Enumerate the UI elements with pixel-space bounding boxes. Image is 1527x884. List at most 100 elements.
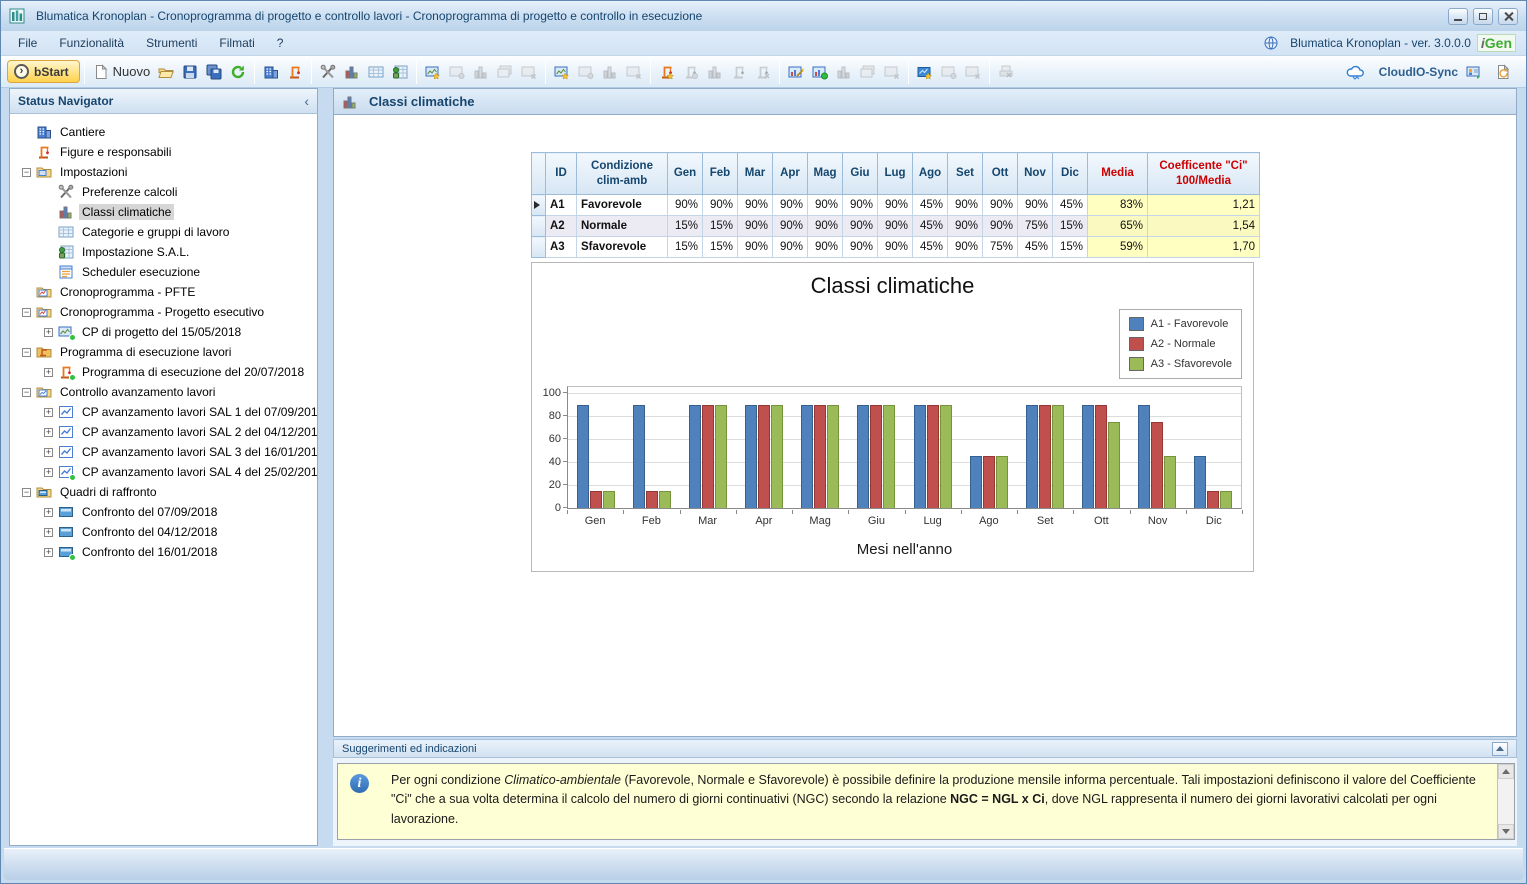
- table-cell[interactable]: 1,21: [1148, 195, 1260, 216]
- table-cell[interactable]: 1,70: [1148, 237, 1260, 258]
- menu-item-file[interactable]: File: [7, 32, 48, 54]
- expand-icon[interactable]: +: [44, 468, 53, 477]
- expand-icon[interactable]: +: [44, 548, 53, 557]
- crane-new-button[interactable]: [655, 61, 679, 83]
- collapse-icon[interactable]: −: [22, 168, 31, 177]
- expand-icon[interactable]: +: [44, 528, 53, 537]
- column-header[interactable]: Lug: [878, 153, 913, 195]
- tree-item[interactable]: Scheduler esecuzione: [10, 262, 317, 282]
- collapse-icon[interactable]: −: [22, 388, 31, 397]
- menu-item-?[interactable]: ?: [266, 32, 295, 54]
- cloud-sync-label[interactable]: CloudIO-Sync: [1379, 65, 1458, 79]
- table-cell[interactable]: 15%: [668, 216, 703, 237]
- table-cell[interactable]: 90%: [878, 237, 913, 258]
- tree-item[interactable]: Figure e responsabili: [10, 142, 317, 162]
- tree-item[interactable]: −Impostazioni: [10, 162, 317, 182]
- new-document-button[interactable]: Nuovo: [89, 61, 155, 83]
- table-cell[interactable]: 90%: [773, 195, 808, 216]
- expand-icon[interactable]: +: [44, 448, 53, 457]
- table-cell[interactable]: 1,54: [1148, 216, 1260, 237]
- collapse-icon[interactable]: −: [22, 348, 31, 357]
- table-cell[interactable]: 90%: [948, 195, 983, 216]
- category-grid-button[interactable]: [364, 61, 388, 83]
- table-cell[interactable]: 15%: [703, 216, 738, 237]
- tree-item[interactable]: +CP avanzamento lavori SAL 3 del 16/01/2…: [10, 442, 317, 462]
- column-header[interactable]: Apr: [773, 153, 808, 195]
- table-cell[interactable]: 75%: [1018, 216, 1053, 237]
- column-header[interactable]: Ago: [913, 153, 948, 195]
- tree-item[interactable]: Categorie e gruppi di lavoro: [10, 222, 317, 242]
- table-cell[interactable]: 15%: [668, 237, 703, 258]
- table-cell[interactable]: 90%: [738, 195, 773, 216]
- scroll-up-button[interactable]: [1498, 764, 1514, 779]
- table-cell[interactable]: 59%: [1088, 237, 1148, 258]
- open-folder-button[interactable]: [154, 61, 178, 83]
- tree-item[interactable]: +CP avanzamento lavori SAL 4 del 25/02/2…: [10, 462, 317, 482]
- sal-grid-button[interactable]: [388, 61, 412, 83]
- menu-item-funzionalit[interactable]: Funzionalità: [48, 32, 135, 54]
- table-cell[interactable]: 90%: [773, 237, 808, 258]
- column-header[interactable]: Ott: [983, 153, 1018, 195]
- suggestions-collapse-button[interactable]: [1492, 742, 1508, 756]
- bstart-button[interactable]: › bStart: [7, 60, 80, 83]
- table-cell[interactable]: 45%: [1018, 237, 1053, 258]
- tree-item[interactable]: +CP di progetto del 15/05/2018: [10, 322, 317, 342]
- expand-icon[interactable]: +: [44, 508, 53, 517]
- column-header[interactable]: Condizione clim-amb: [577, 153, 668, 195]
- column-header[interactable]: Media: [1088, 153, 1148, 195]
- table-cell[interactable]: Normale: [577, 216, 668, 237]
- table-cell[interactable]: 90%: [1018, 195, 1053, 216]
- table-cell[interactable]: 45%: [913, 195, 948, 216]
- table-cell[interactable]: 90%: [983, 195, 1018, 216]
- chart-wand-button[interactable]: [784, 61, 808, 83]
- tools-button[interactable]: [316, 61, 340, 83]
- tree-item[interactable]: +CP avanzamento lavori SAL 1 del 07/09/2…: [10, 402, 317, 422]
- table-cell[interactable]: A2: [546, 216, 577, 237]
- close-button[interactable]: [1498, 8, 1518, 25]
- column-header[interactable]: Dic: [1053, 153, 1088, 195]
- table-cell[interactable]: Favorevole: [577, 195, 668, 216]
- table-cell[interactable]: 45%: [913, 237, 948, 258]
- table-cell[interactable]: 45%: [913, 216, 948, 237]
- sidebar-collapse-button[interactable]: ‹: [304, 93, 309, 109]
- column-header[interactable]: Gen: [668, 153, 703, 195]
- table-row[interactable]: A1Favorevole90%90%90%90%90%90%90%45%90%9…: [532, 195, 1260, 216]
- table-cell[interactable]: Sfavorevole: [577, 237, 668, 258]
- tree-item[interactable]: +Confronto del 07/09/2018: [10, 502, 317, 522]
- frame-new-button[interactable]: [421, 61, 445, 83]
- table-cell[interactable]: 83%: [1088, 195, 1148, 216]
- save-all-button[interactable]: [202, 61, 226, 83]
- table-cell[interactable]: 90%: [738, 216, 773, 237]
- tree-item[interactable]: +Confronto del 04/12/2018: [10, 522, 317, 542]
- suggestions-bar[interactable]: Suggerimenti ed indicazioni: [333, 739, 1517, 758]
- table-cell[interactable]: 90%: [948, 237, 983, 258]
- scroll-down-button[interactable]: [1498, 824, 1514, 839]
- collapse-icon[interactable]: −: [22, 308, 31, 317]
- table-cell[interactable]: 90%: [878, 216, 913, 237]
- minimize-button[interactable]: [1448, 8, 1468, 25]
- refresh-button[interactable]: [226, 61, 250, 83]
- column-header[interactable]: Coefficente "Ci" 100/Media: [1148, 153, 1260, 195]
- tree-item[interactable]: −Quadri di raffronto: [10, 482, 317, 502]
- panel-splitter[interactable]: [318, 88, 333, 846]
- table-cell[interactable]: 90%: [738, 237, 773, 258]
- tree-item[interactable]: Cantiere: [10, 122, 317, 142]
- table-cell[interactable]: 90%: [843, 216, 878, 237]
- table-cell[interactable]: 90%: [843, 237, 878, 258]
- table-cell[interactable]: 90%: [808, 216, 843, 237]
- frame-new-button[interactable]: [550, 61, 574, 83]
- table-cell[interactable]: 90%: [703, 195, 738, 216]
- expand-icon[interactable]: +: [44, 368, 53, 377]
- expand-icon[interactable]: +: [44, 428, 53, 437]
- chart-ok-button[interactable]: [808, 61, 832, 83]
- tree-item[interactable]: Preferenze calcoli: [10, 182, 317, 202]
- table-cell[interactable]: 90%: [668, 195, 703, 216]
- tree-item[interactable]: −Programma di esecuzione lavori: [10, 342, 317, 362]
- table-cell[interactable]: 90%: [808, 195, 843, 216]
- table-cell[interactable]: 65%: [1088, 216, 1148, 237]
- table-cell[interactable]: 45%: [1053, 195, 1088, 216]
- id-card-sync-icon[interactable]: [1466, 64, 1483, 80]
- panel-new-button[interactable]: [913, 61, 937, 83]
- table-cell[interactable]: 90%: [948, 216, 983, 237]
- table-cell[interactable]: 15%: [1053, 216, 1088, 237]
